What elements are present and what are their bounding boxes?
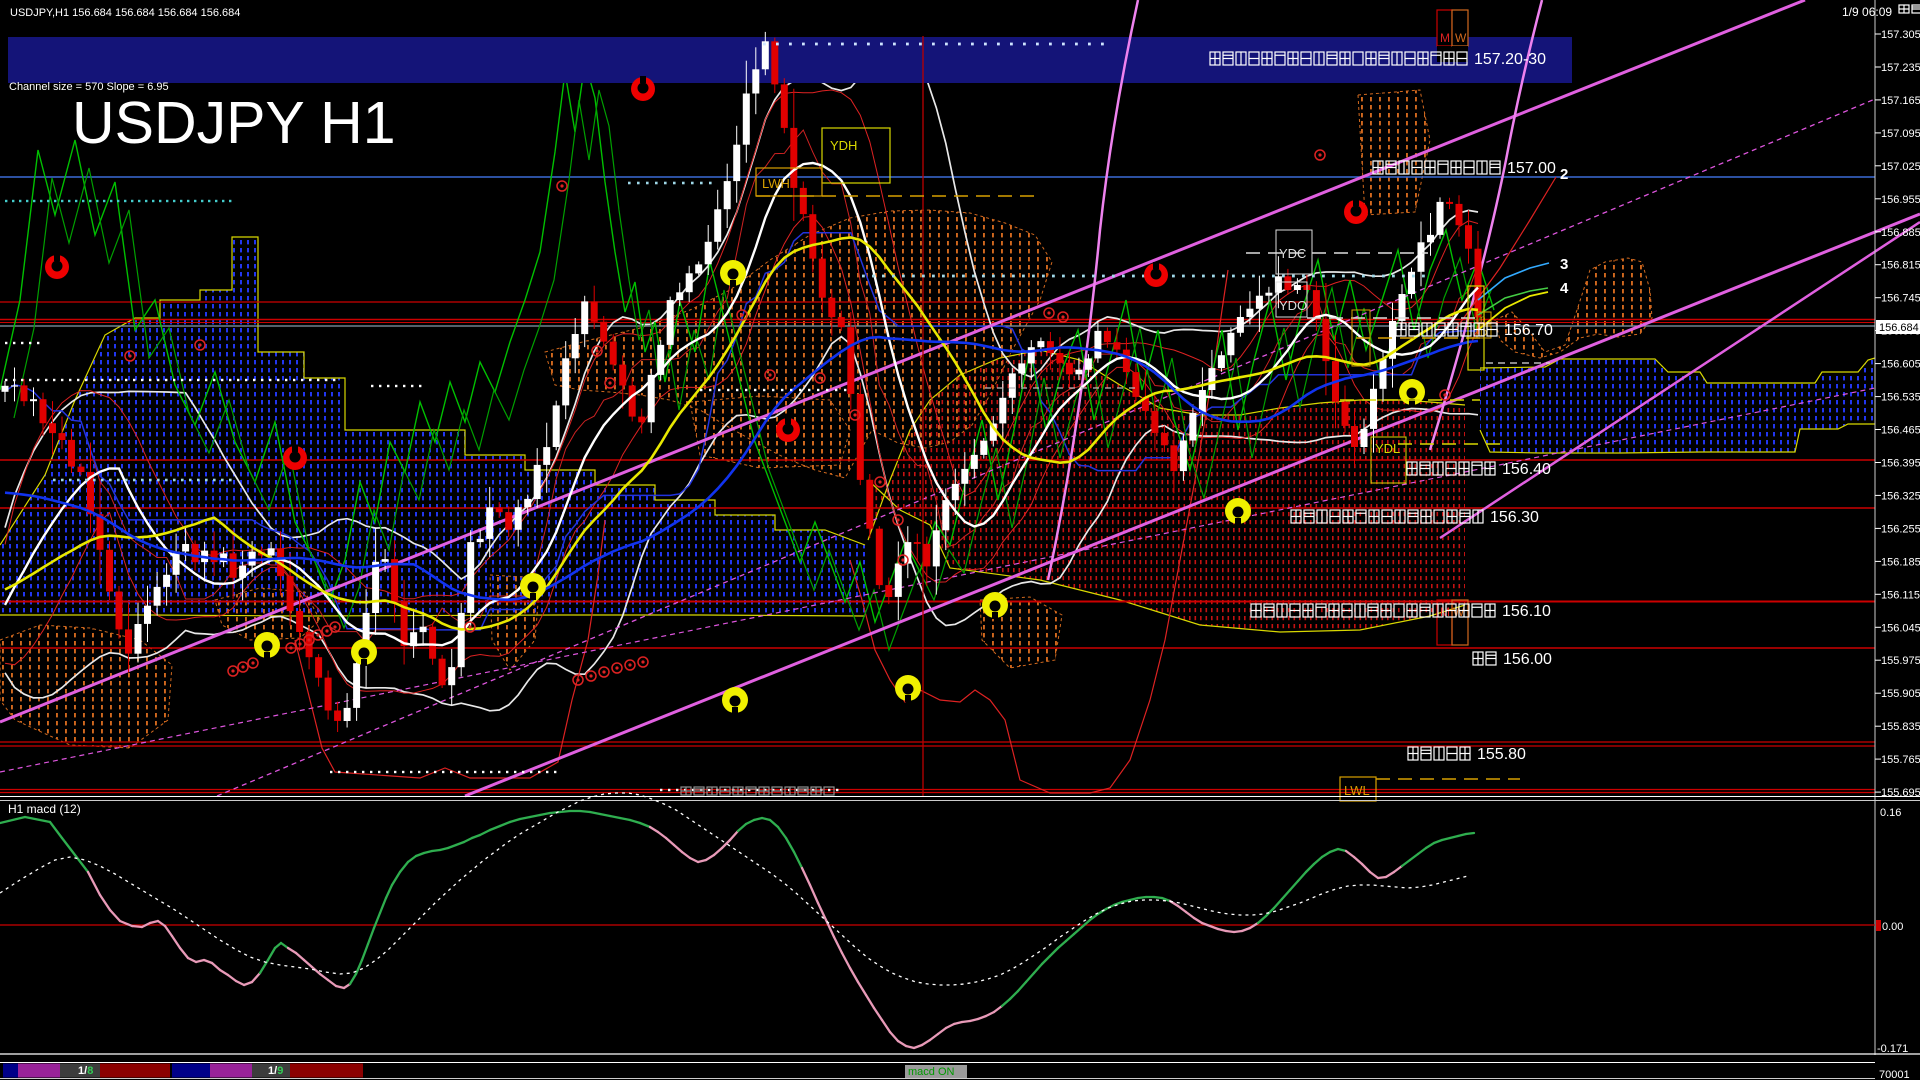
svg-text:157.235: 157.235 [1881,62,1920,74]
svg-text:155.835: 155.835 [1881,721,1920,733]
svg-text:156.535: 156.535 [1881,392,1920,404]
svg-text:156.465: 156.465 [1881,425,1920,437]
svg-text:157.165: 157.165 [1881,95,1920,107]
svg-text:157.305: 157.305 [1881,29,1920,41]
svg-text:156.185: 156.185 [1881,556,1920,568]
svg-text:3: 3 [1560,256,1568,273]
svg-text:USDJPY H1: USDJPY H1 [72,90,396,156]
svg-text:M: M [1440,31,1450,45]
svg-text:macd ON: macd ON [908,1066,955,1078]
svg-text:156.70: 156.70 [1504,322,1553,339]
svg-text:156.395: 156.395 [1881,458,1920,470]
svg-text:1/8: 1/8 [78,1065,93,1077]
svg-text:155.905: 155.905 [1881,688,1920,700]
svg-text:2: 2 [1560,166,1568,183]
svg-text:YDL: YDL [1375,441,1400,456]
svg-text:156.255: 156.255 [1881,523,1920,535]
svg-text:70001: 70001 [1879,1069,1910,1080]
svg-text:157.00: 157.00 [1507,160,1556,177]
svg-text:0.00: 0.00 [1882,921,1903,933]
svg-text:H1 macd (12): H1 macd (12) [8,802,81,816]
svg-text:-0.171: -0.171 [1877,1043,1908,1055]
svg-text:156.325: 156.325 [1881,490,1920,502]
svg-text:156.045: 156.045 [1881,622,1920,634]
svg-text:157.025: 157.025 [1881,161,1920,173]
svg-text:1/9 06:09: 1/9 06:09 [1842,5,1892,19]
svg-text:155.695: 155.695 [1881,787,1920,799]
svg-text:1/9: 1/9 [268,1065,283,1077]
svg-text:YDO: YDO [1279,298,1307,313]
svg-text:157.095: 157.095 [1881,128,1920,140]
svg-text:156.815: 156.815 [1881,260,1920,272]
svg-text:0.16: 0.16 [1880,807,1901,819]
svg-text:W: W [1455,31,1467,45]
svg-text:157.20-30: 157.20-30 [1474,51,1546,68]
svg-text:156.605: 156.605 [1881,359,1920,371]
svg-text:156.885: 156.885 [1881,227,1920,239]
svg-text:LWH: LWH [762,176,790,191]
svg-text:156.10: 156.10 [1502,603,1551,620]
svg-text:YDH: YDH [830,138,857,153]
svg-text:156.00: 156.00 [1503,651,1552,668]
svg-text:156.684: 156.684 [1879,322,1919,334]
svg-text:USDJPY,H1 156.684 156.684 156: USDJPY,H1 156.684 156.684 156.684 156.68… [10,7,240,19]
svg-text:4: 4 [1560,280,1569,297]
svg-text:156.745: 156.745 [1881,293,1920,305]
svg-text:156.40: 156.40 [1502,461,1551,478]
svg-text:155.975: 155.975 [1881,655,1920,667]
svg-text:156.955: 156.955 [1881,194,1920,206]
svg-text:155.80: 155.80 [1477,746,1526,763]
svg-text:LWL: LWL [1344,783,1370,798]
svg-text:156.115: 156.115 [1881,589,1920,601]
svg-text:155.765: 155.765 [1881,754,1920,766]
svg-text:156.30: 156.30 [1490,509,1539,526]
